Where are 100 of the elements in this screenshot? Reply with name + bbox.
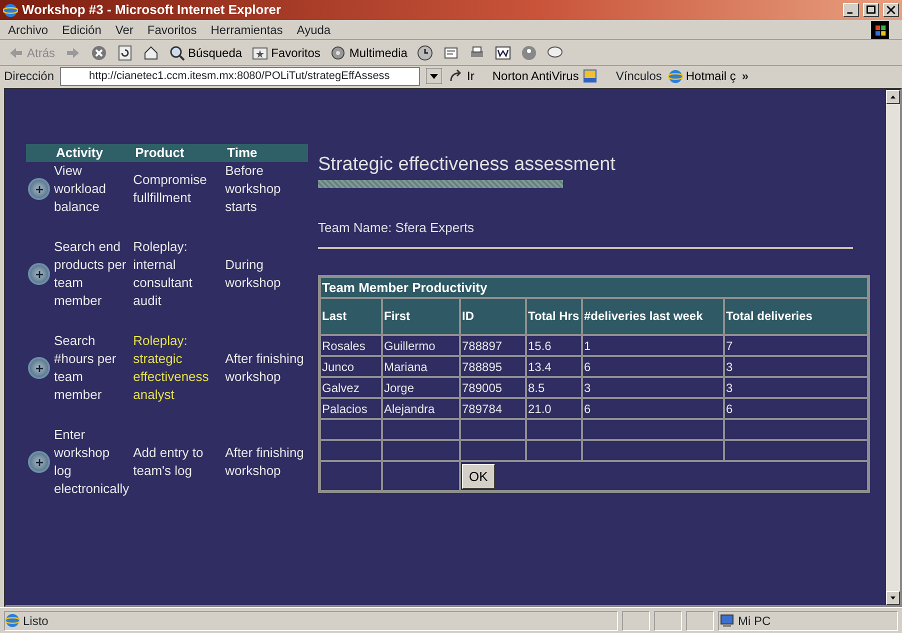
media-icon[interactable] (330, 44, 346, 60)
column-header: #deliveries last week (582, 298, 724, 336)
column-header: Total Hrs (526, 298, 582, 336)
links-label: Vínculos (616, 68, 662, 85)
plus-icon[interactable] (34, 268, 44, 280)
status-panel (686, 610, 714, 630)
table-cell: 13.4 (526, 356, 582, 378)
activity-cell: View workload balance (52, 162, 132, 238)
table-cell: 6 (582, 356, 724, 378)
product-cell-text: Roleplay: internal consultant audit (132, 238, 194, 310)
page-title: Strategic effectiveness assessment (318, 154, 616, 177)
people-icon[interactable] (521, 44, 538, 60)
home-icon[interactable] (143, 44, 160, 60)
table-cell: 7 (724, 335, 868, 356)
media-button[interactable]: Multimedia (330, 44, 408, 62)
menu-item[interactable]: Archivo (8, 20, 48, 38)
table-cell: 21.0 (526, 398, 582, 420)
menu-item[interactable]: Edición (62, 20, 102, 38)
antivirus-button[interactable]: Norton AntiVirus (492, 67, 598, 85)
table-cell: 789005 (460, 377, 526, 398)
star-folder-icon[interactable] (252, 44, 268, 60)
refresh-icon[interactable] (117, 44, 134, 60)
table-cell: Galvez (320, 377, 382, 398)
ok-button[interactable]: OK (462, 464, 495, 490)
plus-icon[interactable] (34, 362, 44, 374)
zone-text: Mi PC (738, 612, 771, 630)
table-cell: Jorge (382, 377, 460, 398)
column-header: Total deliveries (724, 298, 868, 336)
mail-icon[interactable] (443, 44, 460, 60)
time-cell: Before workshop starts (223, 162, 308, 238)
word-icon[interactable] (495, 44, 512, 60)
go-button[interactable]: Ir (448, 67, 474, 85)
menu-item[interactable]: Favoritos (147, 20, 197, 38)
column-header: First (382, 298, 460, 336)
column-header: ID (460, 298, 526, 336)
scroll-up-button[interactable] (886, 90, 900, 104)
table-cell: 3 (582, 377, 724, 398)
computer-icon[interactable] (719, 612, 735, 628)
browser-icon (3, 2, 18, 18)
status-panel (622, 610, 650, 630)
expand-button[interactable] (28, 178, 50, 200)
table-cell: 788895 (460, 356, 526, 378)
speech-bubble-icon[interactable] (547, 44, 564, 60)
activity-cell-text: Search #hours per team member (53, 332, 118, 404)
browser-icon (668, 68, 683, 84)
table-cell: Guillermo (382, 335, 460, 356)
clock-icon[interactable] (417, 44, 434, 60)
menu-item[interactable]: Ver (115, 20, 134, 38)
column-header: Product (131, 144, 224, 162)
search-icon[interactable] (169, 44, 186, 60)
table-cell: Junco (320, 356, 382, 378)
table-cell: 6 (582, 398, 724, 420)
table-cell: 8.5 (526, 377, 582, 398)
address-label: Dirección (4, 68, 54, 85)
plus-icon[interactable] (34, 456, 44, 468)
expand-button[interactable] (28, 263, 50, 285)
activity-cell-text: Enter workshop log electronically (53, 426, 130, 498)
up-arrow-icon[interactable] (889, 93, 897, 101)
table-cell: 788897 (460, 335, 526, 356)
plus-icon[interactable] (34, 184, 44, 194)
window-title: Workshop #3 - Microsoft Internet Explorer (22, 1, 282, 20)
table-cell: 1 (582, 335, 724, 356)
stop-icon[interactable] (91, 44, 108, 60)
more-links-chevron[interactable]: » (742, 67, 749, 85)
status-text: Listo (23, 612, 48, 630)
activity-cell-text: Search end products per team member (53, 238, 128, 310)
expand-button[interactable] (28, 451, 50, 473)
table-cell: 789784 (460, 398, 526, 420)
expand-button[interactable] (28, 357, 50, 379)
table-cell: 3 (724, 377, 868, 398)
product-cell-text: Add entry to team's log (132, 444, 204, 480)
scroll-down-button[interactable] (886, 591, 900, 605)
browser-icon (5, 613, 20, 628)
down-arrow-icon[interactable] (889, 594, 897, 602)
column-header: Last (320, 298, 382, 336)
product-cell-text: Roleplay: strategic effectiveness analyst (132, 332, 210, 404)
table-cell: Alejandra (382, 398, 460, 420)
team-name: Team Name: Sfera Experts (318, 218, 853, 250)
status-panel (654, 610, 682, 630)
favorites-button[interactable]: Favoritos (252, 44, 320, 62)
column-header: Time (223, 144, 308, 162)
table-caption: Team Member Productivity (320, 277, 868, 298)
table-cell: 15.6 (526, 335, 582, 356)
table-cell: Palacios (320, 398, 382, 420)
time-cell-text: During workshop (224, 256, 282, 292)
column-header: Activity (52, 144, 132, 162)
search-button[interactable]: Búsqueda (169, 44, 242, 62)
table-cell: Mariana (382, 356, 460, 378)
time-cell-text: After finishing workshop (224, 444, 305, 480)
dropdown-arrow-icon[interactable] (426, 68, 442, 84)
antivirus-icon[interactable] (582, 68, 598, 84)
table-cell: 6 (724, 398, 868, 420)
table-cell: 3 (724, 356, 868, 378)
time-cell-text: After finishing workshop (224, 350, 305, 386)
address-field[interactable]: http://cianetec1.ccm.itesm.mx:8080/POLiTut/strategEffAssess (60, 66, 420, 86)
menu-item[interactable]: Ayuda (296, 20, 331, 38)
hotmail-link[interactable]: Hotmail ç (668, 67, 736, 85)
table-cell: Rosales (320, 335, 382, 356)
menu-item[interactable]: Herramientas (210, 20, 283, 38)
product-cell: Compromise fullfillment (131, 162, 224, 238)
